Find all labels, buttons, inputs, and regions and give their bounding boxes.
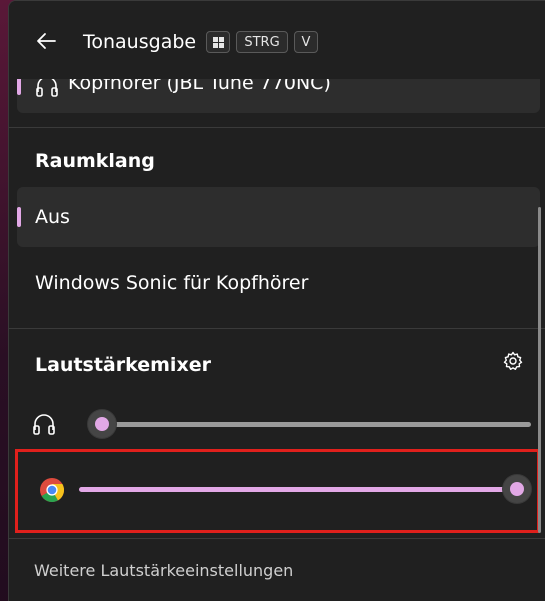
mixer-channel-chrome [17,463,540,519]
volume-slider-track[interactable] [79,487,519,492]
scrollbar[interactable] [538,207,541,533]
spatial-sound-option-off[interactable]: Aus [17,187,540,247]
v-key-badge: V [294,31,318,53]
page-title: Tonausgabe [83,31,197,53]
mixer-channel-headphones [17,401,540,447]
gear-icon[interactable] [503,351,523,371]
section-divider [9,328,545,329]
spatial-sound-option-label: Windows Sonic für Kopfhörer [35,272,309,294]
more-volume-settings-link[interactable]: Weitere Lautstärkeeinstellungen [34,561,293,581]
volume-slider-track[interactable] [89,422,531,427]
spatial-sound-heading: Raumklang [35,150,155,172]
ctrl-key-badge: STRG [236,31,288,53]
windows-key-badge [206,31,230,53]
volume-mixer-heading: Lautstärkemixer [35,354,211,376]
chrome-icon [40,478,65,503]
selection-indicator [17,77,21,95]
volume-slider-thumb[interactable] [503,475,531,503]
sound-output-flyout: Tonausgabe STRG V Kopfhörer (JBL Tune 77… [8,0,545,601]
flyout-header: Tonausgabe STRG V [9,1,545,79]
volume-slider-thumb[interactable] [88,410,116,438]
selection-indicator [17,207,21,227]
section-divider [9,538,545,539]
section-divider [9,127,545,128]
spatial-sound-option-label: Aus [35,206,70,228]
headphones-icon [33,414,55,435]
back-arrow-icon[interactable] [35,30,57,52]
windows-logo-icon [213,37,224,48]
spatial-sound-option-windows-sonic[interactable]: Windows Sonic für Kopfhörer [17,253,540,313]
